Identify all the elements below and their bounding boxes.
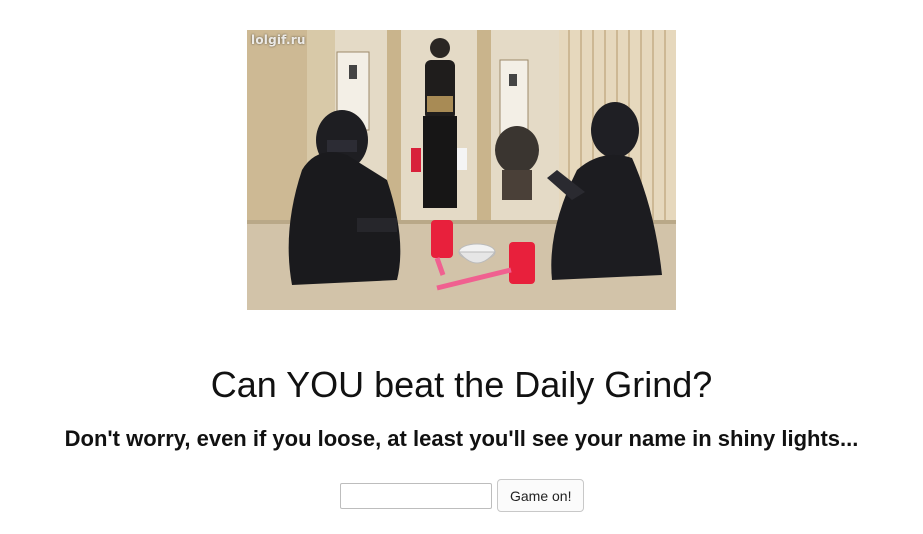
gif-watermark: lolgif.ru <box>251 33 306 47</box>
name-form: Game on! <box>340 479 585 512</box>
game-on-button[interactable]: Game on! <box>497 479 585 512</box>
kendo-scene-illustration <box>247 30 676 310</box>
hero-gif: lolgif.ru <box>247 30 676 310</box>
player-name-input[interactable] <box>340 482 492 509</box>
page-subtitle: Don't worry, even if you loose, at least… <box>64 426 859 451</box>
page-title: Can YOU beat the Daily Grind? <box>210 364 713 405</box>
page: lolgif.ru Can YOU beat the Daily Grind? … <box>0 0 923 534</box>
